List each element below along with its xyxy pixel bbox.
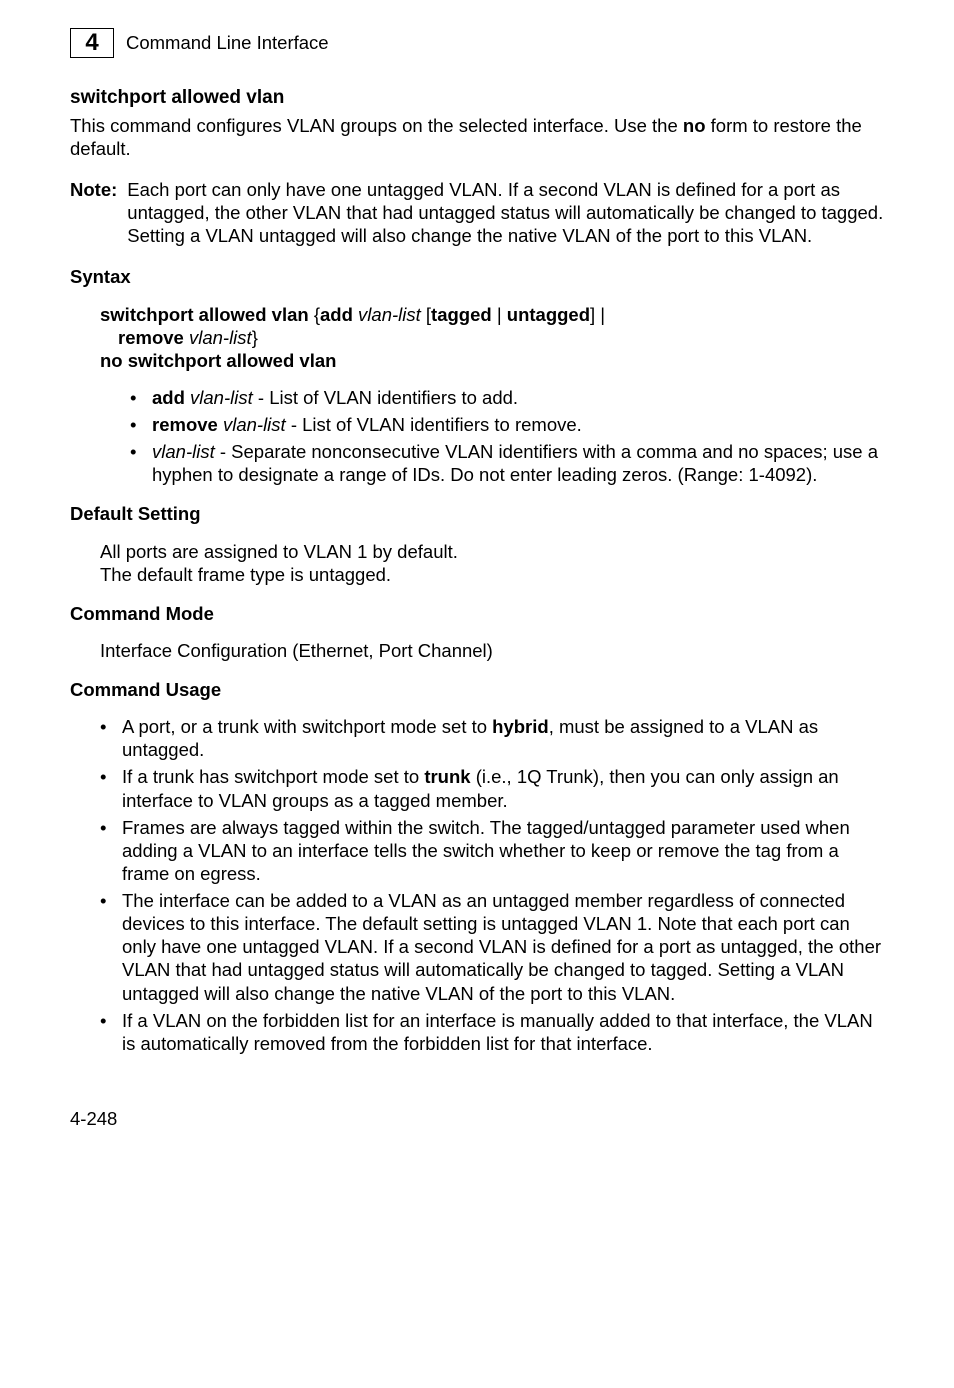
command-usage-list: A port, or a trunk with switchport mode … bbox=[100, 715, 884, 1055]
syntax-tagged: tagged bbox=[431, 304, 492, 325]
page-number: 4-248 bbox=[70, 1107, 884, 1130]
usage-item-3: Frames are always tagged within the swit… bbox=[100, 816, 884, 885]
usage-item-4: The interface can be added to a VLAN as … bbox=[100, 889, 884, 1005]
default-line-2: The default frame type is untagged. bbox=[100, 563, 884, 586]
u1-pre: A port, or a trunk with switchport mode … bbox=[122, 716, 492, 737]
sb1-rest: - List of VLAN identifiers to add. bbox=[253, 387, 518, 408]
syntax-line-2: remove vlan-list} bbox=[118, 326, 884, 349]
syntax-sp2: [ bbox=[421, 304, 431, 325]
u2-bold: trunk bbox=[424, 766, 470, 787]
syntax-bullet-2: remove vlan-list - List of VLAN identifi… bbox=[130, 413, 884, 436]
page-title: switchport allowed vlan bbox=[70, 86, 884, 110]
syntax-cmd: switchport allowed vlan bbox=[100, 304, 309, 325]
syntax-bullets: add vlan-list - List of VLAN identifiers… bbox=[130, 386, 884, 487]
usage-item-2: If a trunk has switchport mode set to tr… bbox=[100, 765, 884, 811]
syntax-open: { bbox=[309, 304, 320, 325]
syntax-vlist1: vlan-list bbox=[358, 304, 421, 325]
chapter-number: 4 bbox=[85, 31, 98, 55]
u3-pre: Frames are always tagged within the swit… bbox=[122, 817, 850, 884]
chapter-badge: 4 bbox=[70, 28, 114, 58]
command-mode-body: Interface Configuration (Ethernet, Port … bbox=[100, 639, 884, 662]
default-setting-heading: Default Setting bbox=[70, 502, 884, 525]
sb3-rest: - Separate nonconsecutive VLAN identifie… bbox=[152, 441, 878, 485]
note-body: Each port can only have one untagged VLA… bbox=[127, 178, 884, 247]
running-header: 4 Command Line Interface bbox=[70, 28, 884, 58]
syntax-pipe1: | bbox=[492, 304, 507, 325]
default-setting-body: All ports are assigned to VLAN 1 by defa… bbox=[100, 540, 884, 586]
syntax-close1: ] | bbox=[590, 304, 605, 325]
running-title: Command Line Interface bbox=[126, 31, 329, 54]
sb1-bold: add bbox=[152, 387, 185, 408]
syntax-vlist2: vlan-list bbox=[189, 327, 252, 348]
sb3-ital: vlan-list bbox=[152, 441, 215, 462]
syntax-block: switchport allowed vlan {add vlan-list [… bbox=[100, 303, 884, 372]
intro-bold: no bbox=[683, 115, 711, 136]
u4-pre: The interface can be added to a VLAN as … bbox=[122, 890, 881, 1004]
usage-item-1: A port, or a trunk with switchport mode … bbox=[100, 715, 884, 761]
syntax-heading: Syntax bbox=[70, 265, 884, 288]
note-label: Note: bbox=[70, 178, 117, 247]
syntax-line-3: no switchport allowed vlan bbox=[100, 349, 884, 372]
sb2-bold: remove bbox=[152, 414, 218, 435]
sb2-ital: vlan-list bbox=[218, 414, 286, 435]
syntax-bullet-1: add vlan-list - List of VLAN identifiers… bbox=[130, 386, 884, 409]
page: 4 Command Line Interface switchport allo… bbox=[0, 0, 954, 1170]
intro-prefix: This command configures VLAN groups on t… bbox=[70, 115, 683, 136]
syntax-close2: } bbox=[252, 327, 258, 348]
default-line-1: All ports are assigned to VLAN 1 by defa… bbox=[100, 540, 884, 563]
u1-bold: hybrid bbox=[492, 716, 549, 737]
u2-pre: If a trunk has switchport mode set to bbox=[122, 766, 424, 787]
syntax-add: add bbox=[320, 304, 353, 325]
u5-pre: If a VLAN on the forbidden list for an i… bbox=[122, 1010, 873, 1054]
command-usage-heading: Command Usage bbox=[70, 678, 884, 701]
command-mode-heading: Command Mode bbox=[70, 602, 884, 625]
syntax-bullet-3: vlan-list - Separate nonconsecutive VLAN… bbox=[130, 440, 884, 486]
usage-item-5: If a VLAN on the forbidden list for an i… bbox=[100, 1009, 884, 1055]
note-block: Note: Each port can only have one untagg… bbox=[70, 178, 884, 247]
syntax-remove: remove bbox=[118, 327, 184, 348]
syntax-untagged: untagged bbox=[507, 304, 590, 325]
syntax-line-1: switchport allowed vlan {add vlan-list [… bbox=[100, 303, 884, 326]
sb1-ital: vlan-list bbox=[185, 387, 253, 408]
intro-paragraph: This command configures VLAN groups on t… bbox=[70, 114, 884, 160]
sb2-rest: - List of VLAN identifiers to remove. bbox=[286, 414, 582, 435]
